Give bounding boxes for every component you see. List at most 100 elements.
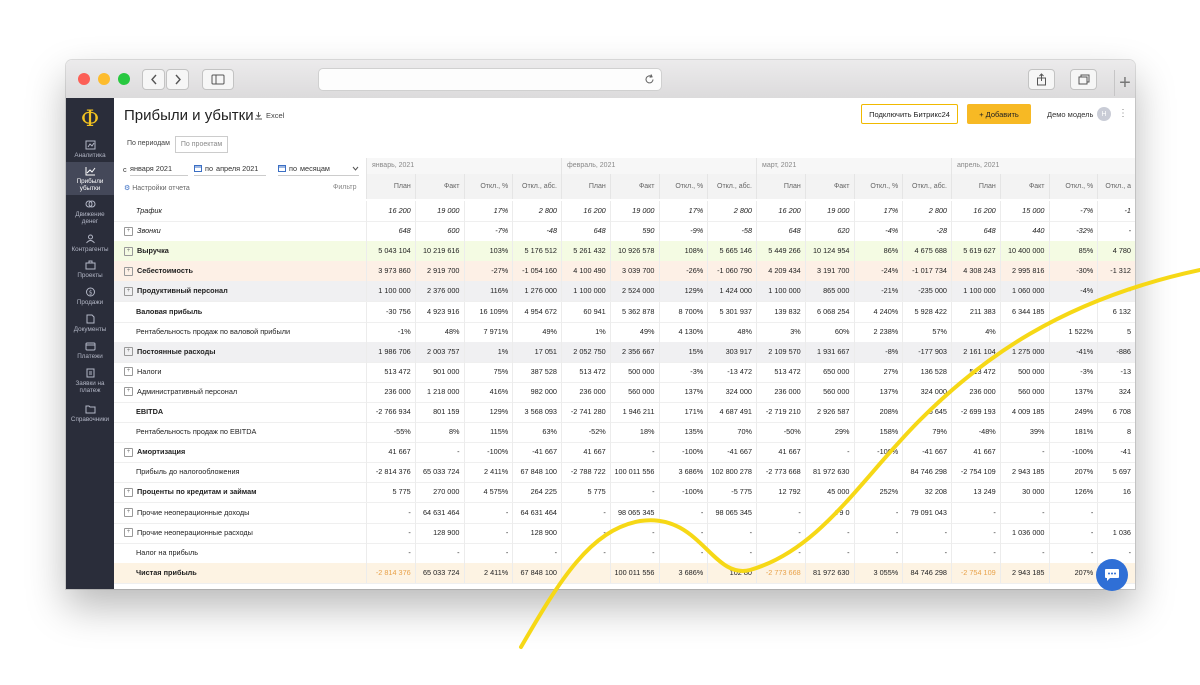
table-cell: -9% (658, 221, 708, 242)
column-header[interactable]: Откл., % (658, 174, 708, 199)
table-cell: 102 80 (707, 562, 756, 583)
table-row[interactable]: + Амортизация 41 667- -100% -41 667 41 667- -1… (114, 442, 1135, 464)
table-row[interactable]: + Налоги 513 472 901 000 75% 387 528 513 472 50… (114, 361, 1135, 383)
expand-icon[interactable]: + (124, 528, 133, 538)
column-header[interactable]: План (561, 174, 610, 199)
chat-widget-button[interactable] (1096, 559, 1128, 591)
period-from-select[interactable]: января 2021 (130, 161, 188, 176)
table-row[interactable]: EBITDA -2 766 934 801 159 129% 3 568 093 -2 7… (114, 402, 1135, 423)
table-row[interactable]: Трафик 16 200 19 000 17% 2 800 16 200 19 000 17… (114, 201, 1135, 222)
expand-icon[interactable]: + (124, 447, 133, 457)
add-button[interactable]: + Добавить (967, 104, 1031, 124)
avatar[interactable]: Н (1097, 107, 1111, 121)
sidebar-item-label: Заявки на платеж (75, 380, 105, 394)
table-row[interactable]: + Продуктивный персонал 1 100 000 2 376 000… (114, 281, 1135, 303)
expand-icon[interactable]: + (124, 487, 133, 497)
expand-icon[interactable]: + (124, 347, 133, 357)
table-cell: - (951, 502, 1000, 523)
table-row[interactable]: Валовая прибыль -30 756 4 923 916 16 109% 4 … (114, 301, 1135, 323)
export-excel-link[interactable]: Excel (254, 111, 284, 120)
column-header[interactable]: План (756, 174, 805, 199)
table-row[interactable]: Рентабельность продаж по валовой прибыли… (114, 321, 1135, 343)
table-cell: 5 362 878 (609, 301, 659, 322)
table-cell: 2 411% (463, 562, 513, 583)
sidebar-item-projects[interactable]: Проекты (66, 260, 114, 280)
column-header[interactable]: Факт (414, 174, 464, 199)
sidebar-item-contractors[interactable]: Контрагенты (66, 234, 114, 254)
table-row[interactable]: + Проценты по кредитам и займам 5 775 270 0… (114, 482, 1135, 504)
address-bar[interactable] (318, 68, 662, 91)
column-header[interactable]: Факт (804, 174, 854, 199)
sidebar-item-sales[interactable]: $ Продажи (66, 287, 114, 307)
table-cell: 4 130% (658, 321, 708, 342)
table-cell: 116% (463, 281, 513, 302)
reload-icon[interactable] (644, 74, 655, 85)
table-cell: 181% (1048, 422, 1098, 443)
column-header[interactable]: Откл., абс. (707, 174, 756, 199)
expand-icon[interactable]: + (124, 367, 133, 377)
table-cell: - (853, 542, 903, 563)
column-header[interactable]: Откл., % (1048, 174, 1098, 199)
table-cell: -100% (463, 442, 513, 463)
table-cell: -4% (853, 221, 903, 242)
period-to-select[interactable]: по апреля 2021 (194, 161, 266, 176)
table-cell: -48 (512, 221, 561, 242)
expand-icon[interactable]: + (124, 246, 133, 256)
expand-icon[interactable]: + (124, 508, 133, 518)
table-row[interactable]: Рентабельность продаж по EBITDA -55% 8% 115… (114, 422, 1135, 444)
table-row[interactable]: + Прочие неоперационные расходы -128 900-1… (114, 522, 1135, 544)
table-row[interactable]: + Выручка 5 043 104 10 219 616 103% 5 176 512… (114, 241, 1135, 263)
expand-icon[interactable]: + (124, 286, 133, 296)
column-header[interactable]: План (366, 174, 415, 199)
column-header[interactable]: Факт (999, 174, 1049, 199)
sidebar-item-payments[interactable]: Платежи (66, 341, 114, 361)
tab-by-project[interactable]: По проектам (174, 136, 229, 153)
page-title: Прибыли и убытки (124, 107, 254, 124)
sidebar-item-documents[interactable]: Документы (66, 314, 114, 334)
filter-link[interactable]: Фильтр (333, 184, 357, 191)
zoom-window-button[interactable] (118, 73, 130, 85)
expand-icon[interactable]: + (124, 266, 133, 276)
column-header[interactable]: Откл., абс. (512, 174, 561, 199)
column-header[interactable]: Откл., % (463, 174, 513, 199)
sidebar-item-analytics[interactable]: Аналитика (66, 138, 114, 162)
connect-bitrix-button[interactable]: Подключить Битрикс24 (861, 104, 958, 124)
report-settings-link[interactable]: ⚙ Настройки отчета (124, 184, 190, 192)
table-row[interactable]: + Звонки 648 600 -7% -48 648 590 -9% -58 648 620 -4%… (114, 221, 1135, 243)
close-window-button[interactable] (78, 73, 90, 85)
sidebar-item-profit-loss[interactable]: Прибыли убытки (66, 162, 114, 195)
step-select[interactable]: по месяцам (278, 161, 359, 176)
table-cell: 3 055% (853, 562, 903, 583)
table-row[interactable]: + Административный персонал 236 000 1 218 0… (114, 381, 1135, 403)
sidebar-item-cashflow[interactable]: Движение денег (66, 199, 114, 227)
expand-icon[interactable]: + (124, 226, 133, 236)
column-header[interactable]: Факт (609, 174, 659, 199)
column-header[interactable]: Откл., а (1097, 174, 1135, 199)
table-cell: 67 848 100 (512, 462, 561, 483)
column-header[interactable]: План (951, 174, 1000, 199)
minimize-window-button[interactable] (98, 73, 110, 85)
sidebar-item-payment-requests[interactable]: Заявки на платеж (66, 368, 114, 396)
table-cell: 1 946 211 (609, 402, 659, 422)
more-menu-icon[interactable]: ⋮ (1118, 108, 1128, 119)
table-row[interactable]: Налог на прибыль - - - - - - - - - - - - - - - - (114, 542, 1135, 564)
share-button[interactable] (1028, 69, 1055, 90)
table-row[interactable]: + Себестоимость 3 973 860 2 919 700 -27% -1 0… (114, 261, 1135, 283)
back-button[interactable] (142, 69, 165, 90)
table-cell: - (366, 502, 415, 523)
table-cell: 126% (1048, 482, 1098, 503)
table-row[interactable]: Чистая прибыль -2 814 376 65 033 724 2 411%… (114, 562, 1135, 584)
sidebar-item-directories[interactable]: Справочники (66, 404, 114, 424)
new-tab-button[interactable]: + (1114, 70, 1135, 96)
table-row[interactable]: + Постоянные расходы 1 986 706 2 003 757 1% 1… (114, 341, 1135, 363)
column-header[interactable]: Откл., % (853, 174, 903, 199)
sidebar-toggle-button[interactable] (202, 69, 234, 90)
table-row[interactable]: + Прочие неоперационные доходы -64 631 464… (114, 502, 1135, 524)
tabs-overview-button[interactable] (1070, 69, 1097, 90)
expand-icon[interactable]: + (124, 387, 133, 397)
forward-button[interactable] (166, 69, 189, 90)
user-name[interactable]: Демо модель (1047, 110, 1093, 119)
tab-by-period[interactable]: По периодам (122, 136, 175, 151)
column-header[interactable]: Откл., абс. (902, 174, 951, 199)
table-row[interactable]: Прибыль до налогообложения -2 814 376 65 0… (114, 462, 1135, 484)
